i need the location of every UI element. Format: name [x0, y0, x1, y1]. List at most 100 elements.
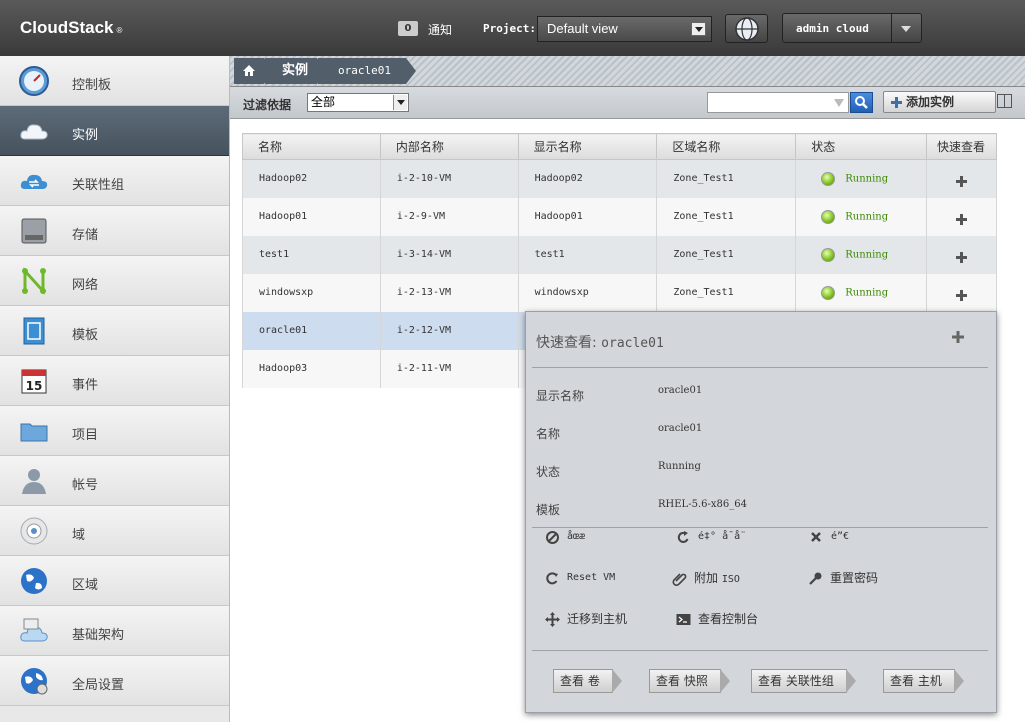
status-running-icon [821, 285, 836, 300]
home-icon [243, 65, 255, 76]
sidebar-item-infrastructure[interactable]: 基础架构 [0, 606, 229, 656]
sidebar-item-accounts[interactable]: 帐号 [0, 456, 229, 506]
svg-text:15: 15 [26, 379, 43, 393]
domain-icon [20, 517, 48, 545]
view-console-action[interactable]: 查看控制台 [676, 610, 758, 628]
project-select[interactable]: Default view [537, 16, 712, 42]
stop-vm-action[interactable]: åœæ [545, 528, 585, 546]
cell-quickview [926, 273, 997, 312]
view-snapshots-button[interactable]: 查看 快照 [649, 669, 730, 693]
chevron-down-icon [691, 22, 706, 36]
project-selected-value: Default view [547, 21, 618, 36]
sidebar-item-projects[interactable]: 项目 [0, 406, 229, 456]
sidebar-item-storage[interactable]: 存储 [0, 206, 229, 256]
breadcrumb: 实例 oracle01 [230, 56, 1025, 87]
notification-count-badge[interactable]: 0 [398, 21, 418, 36]
sidebar-item-instances[interactable]: 实例 [0, 106, 229, 156]
cell-internal-name: i-2-13-VM [379, 273, 519, 312]
sidebar-item-label: 域 [72, 528, 86, 543]
move-icon [545, 612, 560, 627]
brand-mark: ® [116, 26, 123, 35]
reset-vm-action[interactable]: Reset VM [545, 569, 615, 587]
storage-icon [21, 218, 47, 244]
action-label-iso: ISO [721, 574, 740, 585]
divider [532, 650, 988, 651]
sidebar-item-events[interactable]: 15 事件 [0, 356, 229, 406]
action-label: 附加 [694, 571, 722, 585]
migrate-vm-action[interactable]: 迁移到主机 [545, 610, 627, 628]
sidebar-item-dashboard[interactable]: 控制板 [0, 56, 229, 106]
cell-state: Running [795, 235, 928, 274]
sidebar-item-label: 帐号 [72, 478, 99, 493]
plus-icon [891, 97, 902, 108]
table-row[interactable]: Hadoop02 i-2-10-VM Hadoop02 Zone_Test1 R… [242, 159, 997, 198]
quickview-title-prefix: 快速查看: [536, 335, 597, 351]
add-instance-button[interactable]: 添加实例 [883, 91, 996, 113]
filter-select[interactable]: 全部 [307, 93, 409, 112]
destroy-vm-action[interactable]: é”€ [809, 528, 849, 546]
sidebar: 控制板 实例 关联性组 存储 网络 模板 15 事件 项目 帐号 域 区域 基础… [0, 56, 230, 722]
quickview-plus-icon[interactable] [955, 213, 968, 226]
search-dropdown-icon[interactable] [834, 99, 844, 107]
view-hosts-button[interactable]: 查看 主机 [883, 669, 964, 693]
quickview-plus-icon[interactable] [951, 330, 965, 344]
sidebar-item-label: 全局设置 [72, 678, 125, 693]
sidebar-item-label: 存储 [72, 228, 99, 243]
status-text: Running [845, 211, 889, 222]
reboot-vm-action[interactable]: é‡° å¯å¨ [676, 528, 746, 546]
table-row[interactable]: Hadoop01 i-2-9-VM Hadoop01 Zone_Test1 Ru… [242, 197, 997, 236]
cell-zone-name: Zone_Test1 [656, 159, 797, 198]
table-row[interactable]: windowsxp i-2-13-VM windowsxp Zone_Test1… [242, 273, 997, 312]
quickview-field: 状态 Running [536, 461, 986, 481]
cell-display-name: Hadoop02 [517, 159, 658, 198]
cell-state: Running [795, 273, 928, 312]
action-label: 迁移到主机 [567, 612, 628, 626]
column-header-zone-name[interactable]: 区域名称 [656, 133, 797, 160]
column-header-display-name[interactable]: 显示名称 [517, 133, 658, 160]
cell-quickview [926, 159, 997, 198]
reset-password-action[interactable]: 重置密码 [808, 569, 878, 587]
affinity-icon [20, 174, 48, 189]
paperclip-icon [672, 573, 687, 586]
divider [532, 527, 988, 528]
quickview-plus-icon[interactable] [955, 289, 968, 302]
brand-logo[interactable]: CloudStack ® [20, 18, 122, 38]
quickview-title: 快速查看: oracle01 [536, 332, 664, 352]
user-menu-divider [891, 14, 892, 42]
status-running-icon [821, 209, 836, 224]
view-volumes-button[interactable]: 查看 卷 [553, 669, 622, 693]
sidebar-item-global-settings[interactable]: 全局设置 [0, 656, 229, 706]
chevron-down-icon[interactable] [901, 26, 911, 32]
attach-iso-action[interactable]: 附加 ISO [672, 569, 740, 587]
cell-name: oracle01 [242, 311, 381, 350]
column-header-internal-name[interactable]: 内部名称 [379, 133, 519, 160]
sidebar-item-label: 关联性组 [72, 178, 125, 193]
panel-toggle-icon[interactable] [997, 94, 1012, 108]
column-header-quickview: 快速查看 [926, 133, 997, 160]
sidebar-item-domains[interactable]: 域 [0, 506, 229, 556]
sidebar-item-label: 事件 [72, 378, 99, 393]
view-affinity-groups-button[interactable]: 查看 关联性组 [751, 669, 856, 693]
sidebar-item-regions[interactable]: 区域 [0, 556, 229, 606]
column-header-name[interactable]: 名称 [242, 133, 381, 160]
language-button[interactable] [725, 14, 768, 43]
quickview-plus-icon[interactable] [955, 175, 968, 188]
search-input[interactable] [707, 92, 849, 113]
sidebar-item-label: 网络 [72, 278, 99, 293]
console-icon [676, 614, 691, 625]
notifications-link[interactable]: 通知 [428, 21, 452, 38]
sidebar-item-affinity-groups[interactable]: 关联性组 [0, 156, 229, 206]
sidebar-item-network[interactable]: 网络 [0, 256, 229, 306]
field-label: 状态 [536, 465, 561, 479]
table-row[interactable]: test1 i-3-14-VM test1 Zone_Test1 Running [242, 235, 997, 274]
cell-zone-name: Zone_Test1 [656, 197, 797, 236]
quickview-field: 模板 RHEL-5.6-x86_64 [536, 499, 986, 519]
breadcrumb-home[interactable] [234, 58, 274, 84]
quickview-plus-icon[interactable] [955, 251, 968, 264]
top-header: CloudStack ® 0 通知 Project: Default view a… [0, 0, 1025, 56]
user-menu-button[interactable]: admin cloud [782, 13, 922, 43]
search-button[interactable] [850, 92, 873, 113]
cell-name: Hadoop02 [242, 159, 381, 198]
sidebar-item-templates[interactable]: 模板 [0, 306, 229, 356]
column-header-state[interactable]: 状态 [795, 133, 928, 160]
